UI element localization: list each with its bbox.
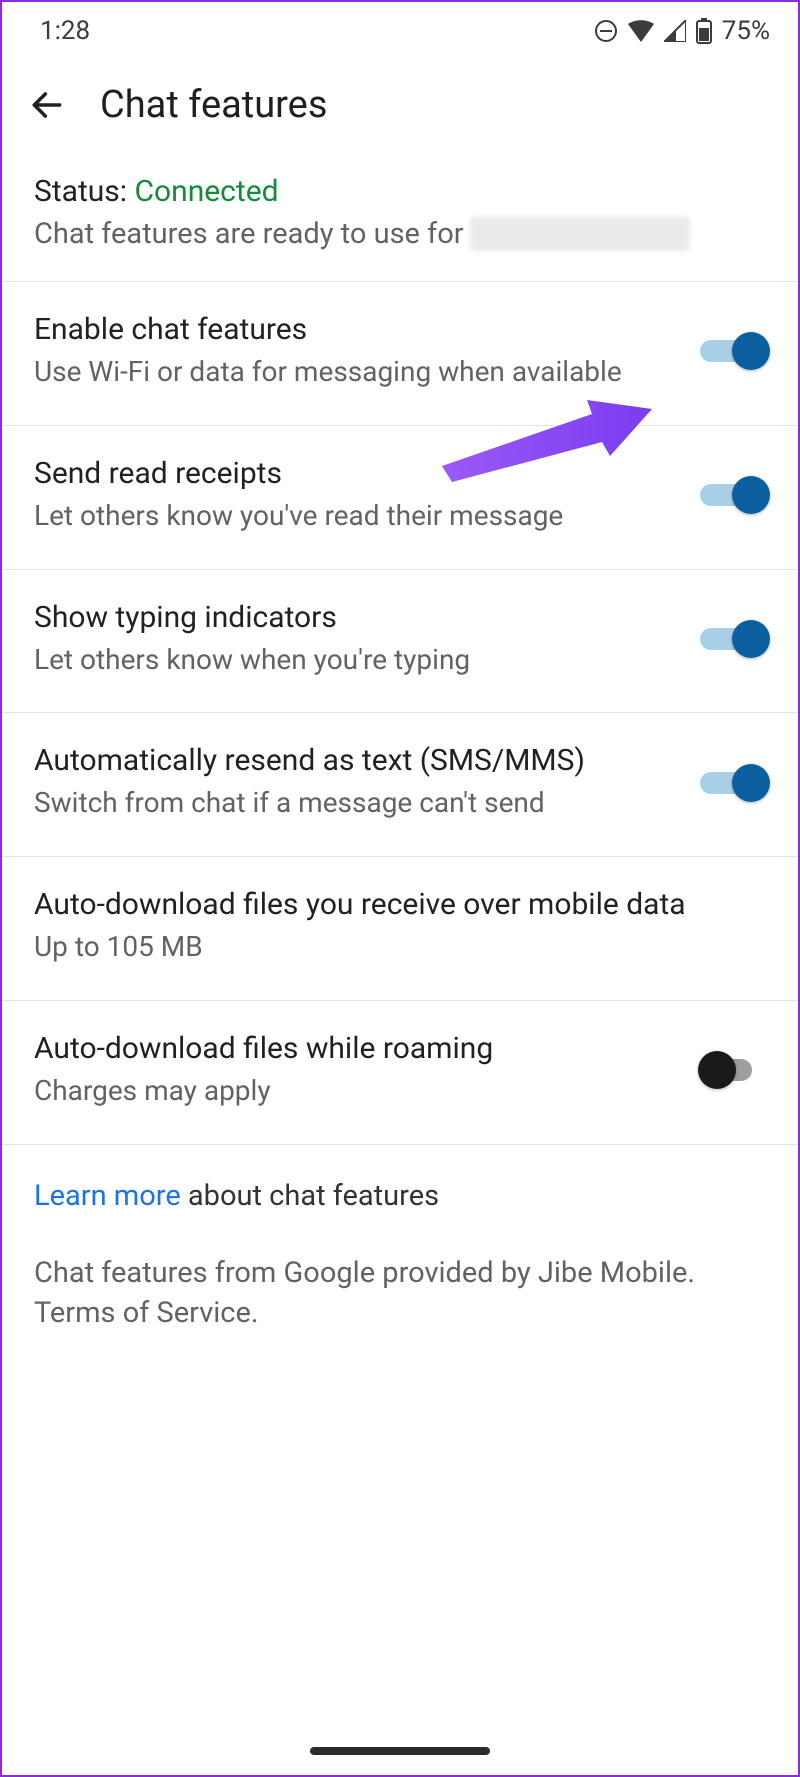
- navigation-pill[interactable]: [310, 1747, 490, 1755]
- row-title: Enable chat features: [34, 312, 680, 347]
- row-text: Send read receipts Let others know you've…: [34, 456, 700, 535]
- status-icons: 75%: [594, 16, 770, 46]
- status-label: Status:: [34, 174, 127, 209]
- learn-more-line: Learn more about chat features: [34, 1179, 766, 1213]
- settings-row[interactable]: Show typing indicators Let others know wh…: [2, 570, 798, 714]
- row-text: Auto-download files you receive over mob…: [34, 887, 766, 966]
- row-title: Send read receipts: [34, 456, 680, 491]
- status-bar: 1:28 75%: [2, 2, 798, 54]
- status-subtitle: Chat features are ready to use for: [34, 217, 766, 251]
- toggle-switch[interactable]: [700, 618, 766, 660]
- wifi-icon: [628, 20, 654, 42]
- settings-row[interactable]: Automatically resend as text (SMS/MMS) Sw…: [2, 713, 798, 857]
- row-subtitle: Let others know when you're typing: [34, 641, 680, 679]
- row-subtitle: Up to 105 MB: [34, 928, 746, 966]
- settings-row[interactable]: Auto-download files while roaming Charges…: [2, 1001, 798, 1144]
- row-text: Automatically resend as text (SMS/MMS) Sw…: [34, 743, 700, 822]
- toggle-thumb: [698, 1051, 736, 1089]
- learn-more-link[interactable]: Learn more: [34, 1179, 181, 1213]
- row-title: Automatically resend as text (SMS/MMS): [34, 743, 680, 778]
- status-line: Status: Connected: [34, 174, 766, 209]
- back-button[interactable]: [24, 82, 70, 128]
- row-subtitle: Switch from chat if a message can't send: [34, 784, 680, 822]
- row-text: Enable chat features Use Wi-Fi or data fo…: [34, 312, 700, 391]
- battery-icon: [696, 18, 712, 44]
- do-not-disturb-icon: [594, 19, 618, 43]
- row-title: Auto-download files while roaming: [34, 1031, 680, 1066]
- status-block: Status: Connected Chat features are read…: [2, 168, 798, 281]
- row-subtitle: Let others know you've read their messag…: [34, 497, 680, 535]
- row-text: Auto-download files while roaming Charges…: [34, 1031, 700, 1110]
- clock: 1:28: [40, 16, 90, 46]
- settings-row[interactable]: Send read receipts Let others know you've…: [2, 426, 798, 570]
- toggle-thumb: [732, 620, 770, 658]
- toggle-switch[interactable]: [700, 474, 766, 516]
- app-bar: Chat features: [2, 54, 798, 168]
- page-title: Chat features: [100, 83, 327, 127]
- battery-percent: 75%: [722, 16, 770, 46]
- toggle-thumb: [732, 476, 770, 514]
- settings-row[interactable]: Auto-download files you receive over mob…: [2, 857, 798, 1001]
- toggle-thumb: [732, 764, 770, 802]
- provider-text: Chat features from Google provided by Ji…: [34, 1253, 766, 1334]
- footer: Learn more about chat features Chat feat…: [2, 1144, 798, 1368]
- toggle-switch[interactable]: [700, 1049, 766, 1091]
- row-text: Show typing indicators Let others know wh…: [34, 600, 700, 679]
- toggle-switch[interactable]: [700, 330, 766, 372]
- row-subtitle: Use Wi-Fi or data for messaging when ava…: [34, 353, 680, 391]
- learn-more-rest: about chat features: [181, 1179, 439, 1213]
- redacted-phone: [470, 217, 690, 251]
- settings-row[interactable]: Enable chat features Use Wi-Fi or data fo…: [2, 282, 798, 426]
- row-title: Show typing indicators: [34, 600, 680, 635]
- status-value: Connected: [135, 174, 279, 209]
- row-title: Auto-download files you receive over mob…: [34, 887, 746, 922]
- toggle-thumb: [732, 332, 770, 370]
- toggle-switch[interactable]: [700, 762, 766, 804]
- row-subtitle: Charges may apply: [34, 1072, 680, 1110]
- cellular-icon: [664, 20, 686, 42]
